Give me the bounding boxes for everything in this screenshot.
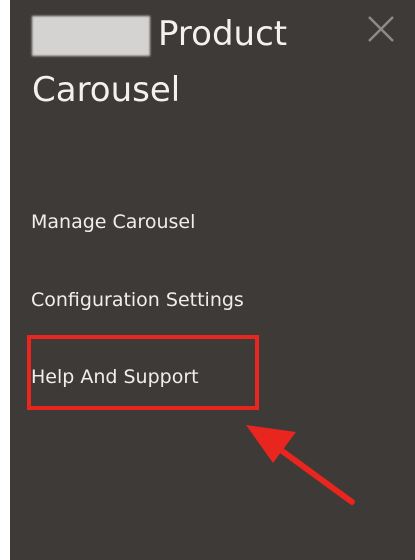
arrow-icon	[246, 425, 355, 505]
slide-out-menu-panel: Product Carousel Manage Carousel Configu…	[10, 0, 415, 560]
